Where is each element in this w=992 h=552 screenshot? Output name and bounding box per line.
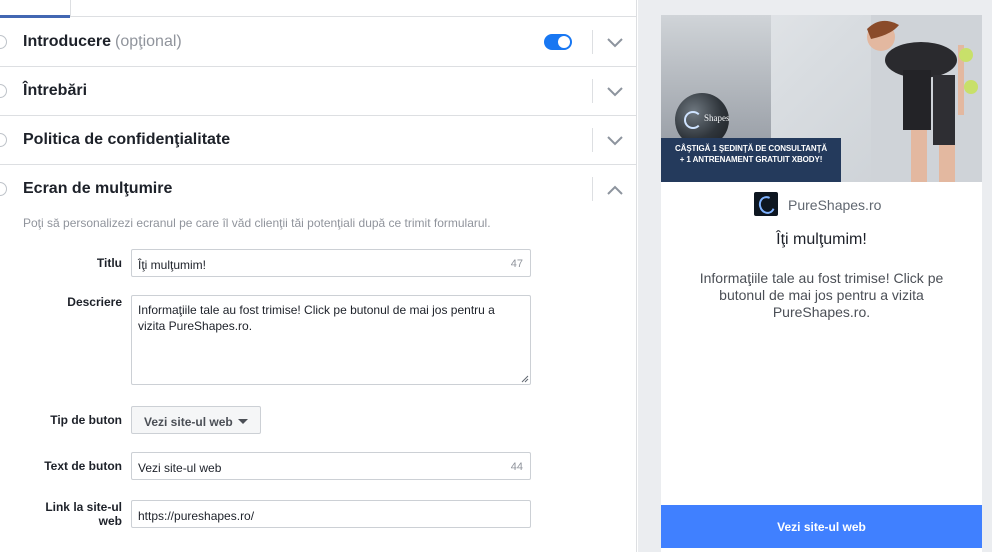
chevron-up-icon: [607, 185, 623, 195]
toggle-knob: [558, 36, 570, 48]
radio-indicator[interactable]: [0, 182, 7, 196]
radio-indicator[interactable]: [0, 35, 7, 49]
preview-thanks-description: Informaţiile tale au fost trimise! Click…: [699, 270, 944, 320]
expand-button[interactable]: [604, 81, 626, 103]
brand-row: PureShapes.ro: [661, 192, 982, 216]
description-textarea[interactable]: Informaţiile tale au fost trimise! Click…: [131, 295, 531, 385]
link-label: Link la site-ul web: [45, 500, 122, 528]
form-editor-panel: Introducere (opţional) Întrebări Politica…: [0, 0, 637, 552]
hero-banner-line-2: + 1 ANTRENAMENT GRATUIT XBODY!: [679, 155, 823, 164]
section-title: Întrebări: [23, 82, 88, 99]
chevron-down-icon: [607, 87, 623, 97]
hero-brand-text: Shapes: [704, 113, 730, 123]
brand-avatar: [754, 192, 778, 216]
title-input[interactable]: Îţi mulţumim! 47: [131, 249, 531, 277]
preview-cta-button[interactable]: Vezi site-ul web: [661, 505, 982, 548]
button-text-input[interactable]: Vezi site-ul web 44: [131, 452, 531, 480]
thank-you-intro-text: Poţi să personalizezi ecranul pe care îl…: [23, 216, 491, 230]
button-type-dropdown[interactable]: Vezi site-ul web: [131, 406, 261, 434]
button-type-label: Tip de buton: [50, 413, 122, 427]
preview-thanks-title: Îţi mulţumim!: [776, 231, 867, 248]
section-questions-header[interactable]: Întrebări: [0, 67, 636, 115]
divider: [592, 128, 593, 152]
intro-toggle[interactable]: [544, 34, 572, 50]
section-questions: Întrebări: [0, 67, 636, 116]
collapse-button[interactable]: [604, 179, 626, 201]
section-title-text: Introducere: [23, 33, 112, 50]
section-title: Politica de confidenţialitate: [23, 131, 231, 148]
section-privacy-header[interactable]: Politica de confidenţialitate: [0, 116, 636, 164]
tab-strip: [0, 0, 636, 18]
description-value: Informaţiile tale au fost trimise! Click…: [138, 303, 495, 333]
divider: [592, 30, 593, 54]
section-thank-you-header[interactable]: Ecran de mulţumire: [0, 165, 636, 213]
resize-handle-icon[interactable]: [521, 375, 529, 383]
link-input[interactable]: https://pureshapes.ro/: [131, 500, 531, 528]
link-value: https://pureshapes.ro/: [138, 509, 255, 523]
expand-button[interactable]: [604, 32, 626, 54]
section-intro-header[interactable]: Introducere (opţional): [0, 18, 636, 66]
section-intro: Introducere (opţional): [0, 18, 636, 67]
caret-down-icon: [238, 419, 248, 424]
radio-indicator[interactable]: [0, 84, 7, 98]
description-label: Descriere: [67, 295, 122, 309]
tab-active[interactable]: [0, 0, 71, 18]
button-text-char-count: 44: [510, 461, 523, 473]
section-title: Ecran de mulţumire: [23, 180, 173, 197]
preview-card: Shapes CÂŞTIGĂ 1 ŞEDINŢĂ DE CONSULTANŢĂ …: [661, 15, 982, 552]
expand-button[interactable]: [604, 130, 626, 152]
chevron-down-icon: [607, 136, 623, 146]
hero-image: Shapes CÂŞTIGĂ 1 ŞEDINŢĂ DE CONSULTANŢĂ …: [661, 15, 982, 182]
title-char-count: 47: [510, 258, 523, 270]
section-title: Introducere (opţional): [23, 33, 182, 51]
brand-name: PureShapes.ro: [788, 197, 882, 213]
chevron-down-icon: [607, 38, 623, 48]
radio-indicator[interactable]: [0, 133, 7, 147]
preview-panel: Shapes CÂŞTIGĂ 1 ŞEDINŢĂ DE CONSULTANŢĂ …: [638, 0, 992, 552]
button-text-value: Vezi site-ul web: [138, 461, 222, 475]
divider: [592, 79, 593, 103]
title-input-value: Îţi mulţumim!: [138, 258, 207, 272]
section-privacy: Politica de confidenţialitate: [0, 116, 636, 165]
hero-banner-line-1: CÂŞTIGĂ 1 ŞEDINŢĂ DE CONSULTANŢĂ: [674, 144, 828, 153]
button-text-label: Text de buton: [44, 459, 122, 473]
button-type-value: Vezi site-ul web: [144, 415, 233, 429]
hero-logo-icon: [684, 111, 702, 129]
divider: [592, 177, 593, 201]
hero-banner-text: CÂŞTIGĂ 1 ŞEDINŢĂ DE CONSULTANŢĂ + 1 ANT…: [661, 143, 841, 165]
title-label: Titlu: [96, 256, 122, 270]
optional-label: (opţional): [115, 33, 182, 50]
